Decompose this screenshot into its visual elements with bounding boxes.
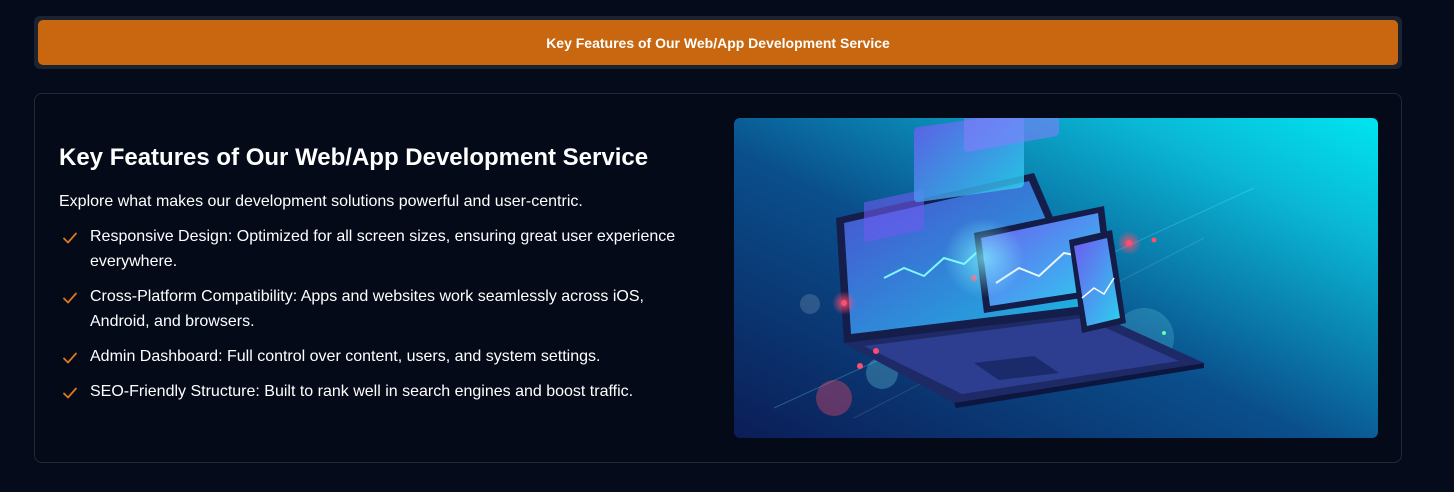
tab-bar: Key Features of Our Web/App Development … bbox=[34, 16, 1402, 69]
feature-text: Responsive Design: Optimized for all scr… bbox=[90, 228, 676, 270]
list-item: SEO-Friendly Structure: Built to rank we… bbox=[59, 379, 699, 404]
feature-text: Admin Dashboard: Full control over conte… bbox=[90, 348, 601, 365]
checkmark-icon bbox=[63, 232, 77, 244]
list-item: Responsive Design: Optimized for all scr… bbox=[59, 224, 699, 274]
devices-illustration bbox=[734, 118, 1378, 438]
feature-text: Cross-Platform Compatibility: Apps and w… bbox=[90, 288, 644, 330]
features-card: Key Features of Our Web/App Development … bbox=[34, 93, 1402, 463]
checkmark-icon bbox=[63, 352, 77, 364]
tab-key-features[interactable]: Key Features of Our Web/App Development … bbox=[38, 20, 1398, 65]
checkmark-icon bbox=[63, 292, 77, 304]
list-item: Cross-Platform Compatibility: Apps and w… bbox=[59, 284, 699, 334]
section-subtitle: Explore what makes our development solut… bbox=[59, 193, 583, 210]
feature-text: SEO-Friendly Structure: Built to rank we… bbox=[90, 383, 634, 400]
section-heading: Key Features of Our Web/App Development … bbox=[59, 144, 649, 171]
hero-illustration bbox=[734, 118, 1378, 438]
feature-list: Responsive Design: Optimized for all scr… bbox=[59, 224, 699, 404]
list-item: Admin Dashboard: Full control over conte… bbox=[59, 344, 699, 369]
checkmark-icon bbox=[63, 387, 77, 399]
features-text-column: Key Features of Our Web/App Development … bbox=[59, 142, 699, 414]
